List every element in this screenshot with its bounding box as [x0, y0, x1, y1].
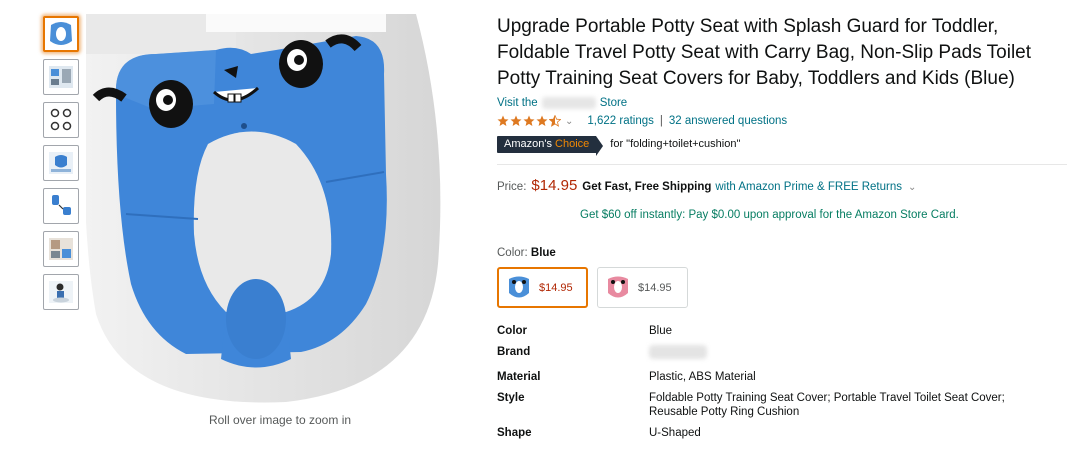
ratings-count-link[interactable]: 1,622 ratings [587, 115, 654, 127]
spec-key: Color [497, 325, 528, 337]
thumbnail-4[interactable] [43, 145, 79, 181]
chevron-down-icon[interactable]: ⌄ [565, 116, 573, 127]
separator: | [659, 115, 663, 127]
thumbnail-6[interactable] [43, 231, 79, 267]
potty-seat-thumbnail-icon [50, 22, 72, 45]
zoom-hint: Roll over image to zoom in [208, 413, 352, 427]
swatch-price: $14.95 [539, 281, 573, 294]
main-product-image[interactable] [86, 14, 446, 406]
store-link[interactable]: Visit the Store [497, 95, 1067, 111]
thumbnail-2[interactable] [43, 59, 79, 95]
badge-keyword: for "folding+toilet+cushion" [610, 138, 741, 150]
badge-main-text: Amazon's [504, 137, 552, 150]
spec-key: Material [497, 371, 541, 383]
lifestyle-thumbnail-icon [49, 238, 73, 260]
selected-color: Blue [530, 247, 556, 259]
star-full-icon [510, 115, 522, 126]
spec-value: Blue [649, 325, 673, 337]
spec-key: Brand [497, 346, 531, 358]
star-half-icon [549, 115, 561, 127]
features-thumbnail-icon [49, 152, 73, 174]
pads-thumbnail-icon [50, 108, 72, 131]
amazons-choice-badge[interactable]: Amazon's Choice [497, 135, 604, 156]
blue-seat-swatch-icon [509, 276, 529, 297]
swatch-blue[interactable]: $14.95 [497, 267, 588, 308]
pink-seat-swatch-icon [608, 276, 628, 297]
store-link-prefix: Visit the [497, 97, 538, 109]
color-swatches: $14.95 $14.95 [497, 267, 1067, 308]
spec-key: Style [497, 392, 525, 404]
redacted-store-name [541, 97, 596, 109]
swatch-price: $14.95 [638, 281, 672, 294]
product-info: Upgrade Portable Potty Seat with Splash … [497, 14, 1067, 447]
thumbnail-1[interactable] [43, 16, 79, 52]
spec-row: Shape U-Shaped [497, 426, 1067, 440]
spec-row: Color Blue [497, 324, 1067, 338]
color-label: Color: [497, 247, 528, 259]
folding-steps-thumbnail-icon [52, 195, 71, 215]
store-card-offer[interactable]: Get $60 off instantly: Pay $0.00 upon ap… [580, 209, 1067, 221]
shipping-bold: Get Fast, Free Shipping [582, 181, 712, 193]
price-row: Price: $14.95 Get Fast, Free Shipping wi… [497, 177, 1067, 194]
thumbnail-3[interactable] [43, 102, 79, 138]
spec-row: Material Plastic, ABS Material [497, 370, 1067, 384]
chevron-down-icon[interactable]: ⌄ [908, 182, 916, 193]
rating-row: ⌄ 1,622 ratings | 32 answered questions [497, 112, 1067, 130]
spec-value: Plastic, ABS Material [649, 371, 756, 383]
spec-value [649, 345, 1049, 363]
thumbnail-7[interactable] [43, 274, 79, 310]
star-rating[interactable] [497, 115, 561, 127]
answered-questions-link[interactable]: 32 answered questions [669, 115, 787, 127]
product-gallery-thumbnail-icon [49, 66, 73, 88]
product-specs: Color Blue Brand Material Plastic, ABS M… [497, 324, 1067, 440]
spec-key: Shape [497, 427, 532, 439]
price-value: $14.95 [531, 177, 578, 194]
spec-row: Brand [497, 345, 1067, 363]
spec-row: Style Foldable Potty Training Seat Cover… [497, 391, 1067, 419]
spec-value: Foldable Potty Training Seat Cover; Port… [649, 392, 1005, 418]
swatch-pink[interactable]: $14.95 [597, 267, 688, 308]
store-link-suffix: Store [599, 97, 628, 109]
star-full-icon [497, 115, 509, 126]
spec-value: U-Shaped [649, 427, 701, 439]
product-page: Roll over image to zoom in Upgrade Porta… [0, 0, 1080, 460]
product-title: Upgrade Portable Potty Seat with Splash … [497, 16, 1032, 89]
redacted-brand [649, 345, 707, 359]
price-label: Price: [497, 181, 527, 193]
star-full-icon [536, 115, 548, 126]
divider [497, 164, 1067, 165]
color-selector-label: Color: Blue [497, 247, 1067, 259]
thumbnail-5[interactable] [43, 188, 79, 224]
star-full-icon [523, 115, 535, 126]
badge-choice-text: Choice [555, 137, 590, 150]
thumbnail-strip [43, 16, 81, 317]
child-on-toilet-thumbnail-icon [49, 281, 73, 303]
prime-returns-link[interactable]: with Amazon Prime & FREE Returns [715, 181, 902, 193]
amazons-choice-row: Amazon's Choice for "folding+toilet+cush… [497, 134, 1067, 156]
